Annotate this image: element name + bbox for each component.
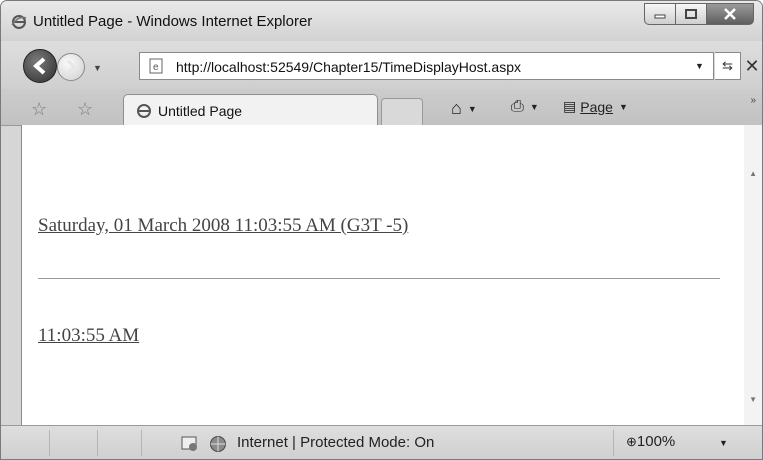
protected-mode-icon[interactable]	[181, 435, 199, 453]
zoom-dropdown-icon[interactable]: ▼	[719, 438, 728, 448]
svg-text:e: e	[153, 62, 159, 73]
time-link[interactable]: 11:03:55 AM	[38, 325, 139, 347]
scroll-down-icon[interactable]: ▼	[749, 395, 757, 404]
tab-untitled-page[interactable]: Untitled Page	[123, 94, 378, 126]
status-divider	[97, 430, 98, 456]
close-icon	[724, 8, 736, 20]
ie-logo-icon	[11, 15, 27, 29]
address-bar[interactable]: e http://localhost:52549/Chapter15/TimeD…	[139, 52, 714, 80]
ie-page-icon	[137, 104, 151, 118]
globe-icon	[210, 436, 226, 452]
security-zone-text[interactable]: Internet | Protected Mode: On	[237, 434, 434, 451]
favorites-star-icon[interactable]: ☆	[31, 99, 47, 120]
page-icon: e	[149, 58, 163, 74]
status-divider	[49, 430, 50, 456]
page-menu[interactable]: ▤ Page ▼	[563, 98, 628, 115]
close-button[interactable]	[706, 3, 754, 25]
back-button[interactable]	[23, 49, 57, 83]
forward-button[interactable]	[57, 53, 85, 81]
address-url[interactable]: http://localhost:52549/Chapter15/TimeDis…	[176, 59, 521, 75]
add-favorites-icon[interactable]: ☆	[77, 99, 93, 120]
address-dropdown-icon[interactable]: ▼	[695, 61, 704, 71]
home-icon: ⌂	[451, 98, 462, 118]
zoom-value: 100%	[636, 433, 676, 450]
navigation-bar: ▼ e http://localhost:52549/Chapter15/Tim…	[1, 41, 762, 89]
status-divider	[613, 430, 614, 456]
zoom-icon: ⊕	[626, 434, 637, 449]
date-time-link[interactable]: Saturday, 01 March 2008 11:03:55 AM (G3T…	[38, 215, 408, 237]
home-button[interactable]: ⌂ ▼	[451, 98, 477, 119]
chevron-down-icon: ▼	[529, 102, 539, 112]
title-bar: Untitled Page - Windows Internet Explore…	[1, 1, 762, 41]
vertical-scrollbar[interactable]: ▲ ▼	[744, 125, 762, 425]
refresh-button[interactable]: ⇆	[715, 52, 741, 80]
status-bar: Internet | Protected Mode: On ⊕100% ▼	[1, 425, 762, 459]
status-divider	[141, 430, 142, 456]
page-menu-icon: ▤	[563, 98, 577, 114]
history-dropdown-icon[interactable]: ▼	[93, 63, 102, 73]
scroll-up-icon[interactable]: ▲	[749, 169, 757, 178]
browser-window: Untitled Page - Windows Internet Explore…	[0, 0, 763, 460]
chevron-down-icon: ▼	[618, 101, 628, 112]
print-button[interactable]: ⎙ ▼	[511, 98, 539, 116]
new-tab-button[interactable]	[381, 98, 423, 125]
more-commands-icon[interactable]: »	[750, 95, 756, 106]
maximize-button[interactable]	[675, 3, 707, 25]
maximize-icon	[685, 9, 697, 19]
page-menu-label: Page	[580, 98, 613, 115]
chevron-down-icon: ▼	[467, 103, 477, 114]
stop-icon: ✕	[744, 55, 760, 76]
back-arrow-icon	[32, 57, 46, 75]
forward-arrow-icon	[66, 59, 77, 75]
refresh-icon: ⇆	[722, 58, 733, 73]
page-content: Saturday, 01 March 2008 11:03:55 AM (G3T…	[21, 125, 762, 425]
zoom-level[interactable]: ⊕100%	[626, 433, 675, 450]
minimize-icon	[654, 14, 666, 19]
tab-bar: ☆ ☆ Untitled Page ⌂ ▼ ⎙ ▼ ▤ Page ▼ »	[1, 89, 762, 126]
window-title: Untitled Page - Windows Internet Explore…	[33, 13, 313, 30]
stop-button[interactable]: ✕	[743, 52, 761, 80]
minimize-button[interactable]	[644, 3, 676, 25]
horizontal-rule	[38, 278, 720, 279]
window-controls	[644, 3, 754, 25]
printer-icon: ⎙	[511, 98, 524, 115]
tab-label: Untitled Page	[158, 103, 243, 119]
